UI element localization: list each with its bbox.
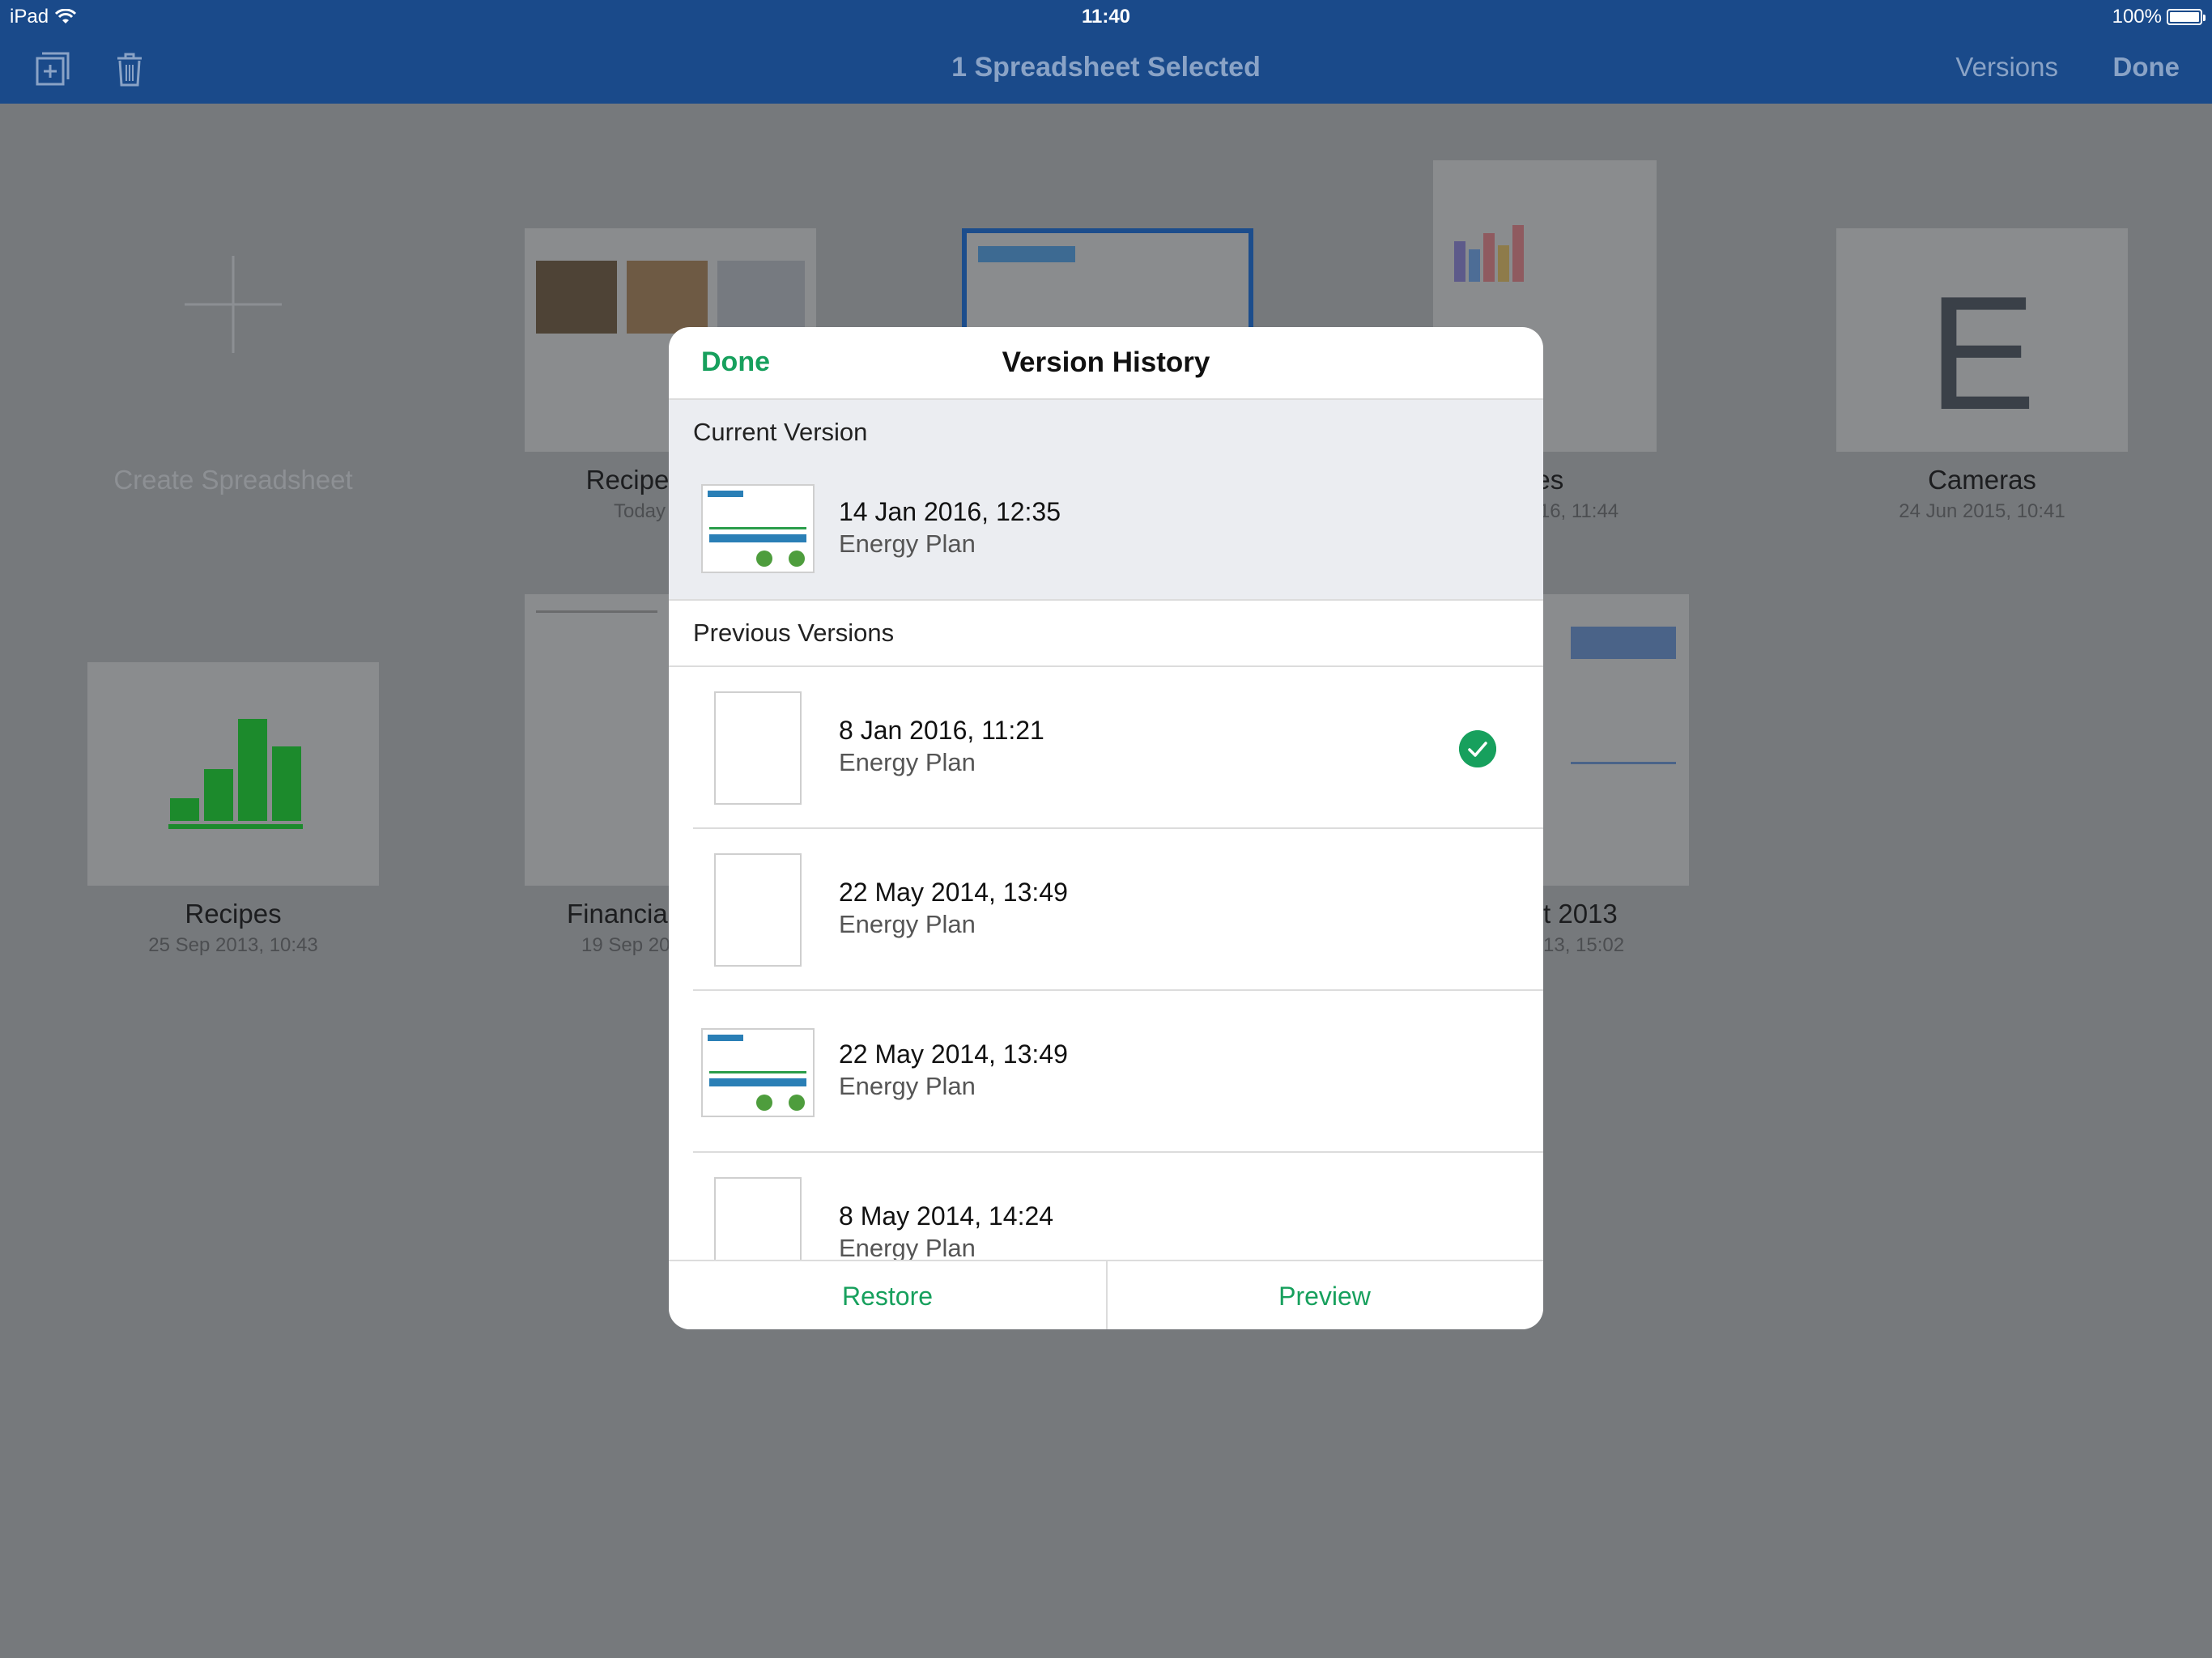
version-date: 22 May 2014, 13:49 <box>839 1039 1068 1069</box>
version-thumbnail <box>701 484 815 573</box>
document-date: 19 Sep 20 <box>581 934 670 956</box>
battery-icon <box>2167 9 2206 25</box>
status-bar: iPad 11:40 100% <box>0 0 2212 34</box>
current-version-section[interactable]: Current Version 14 Jan 2016, 12:35 Energ… <box>669 400 1543 601</box>
version-date: 14 Jan 2016, 12:35 <box>839 497 1061 526</box>
document-thumbnail-selected[interactable] <box>962 228 1253 334</box>
previous-versions-label: Previous Versions <box>693 619 895 647</box>
document-date: 24 Jun 2015, 10:41 <box>1899 500 2065 522</box>
version-row[interactable]: 22 May 2014, 13:49 Energy Plan <box>669 991 1543 1153</box>
document-name: Create Spreadsheet <box>113 465 353 495</box>
document-name: Financia <box>567 899 668 929</box>
version-thumbnail <box>714 691 802 805</box>
battery-percent: 100% <box>2112 6 2162 28</box>
document-name: t 2013 <box>1543 899 1618 929</box>
nav-done-button[interactable]: Done <box>2113 52 2180 83</box>
version-name: Energy Plan <box>839 529 976 558</box>
status-right: 100% <box>2112 6 2206 28</box>
plus-icon <box>185 256 282 353</box>
modal-footer: Restore Preview <box>669 1260 1543 1329</box>
document-date: 25 Sep 2013, 10:43 <box>148 934 318 956</box>
version-name: Energy Plan <box>839 910 976 938</box>
restore-button[interactable]: Restore <box>669 1261 1106 1329</box>
nav-title: 1 Spreadsheet Selected <box>951 52 1261 83</box>
checkmark-icon <box>1459 730 1496 767</box>
create-spreadsheet-tile[interactable] <box>87 159 379 450</box>
document-name: Recipes <box>185 899 282 929</box>
version-name: Energy Plan <box>839 748 976 776</box>
versions-button[interactable]: Versions <box>1955 52 2058 83</box>
version-thumbnail <box>701 1028 815 1117</box>
document-thumbnail[interactable] <box>87 662 379 886</box>
version-history-modal: Done Version History Current Version 14 … <box>669 327 1543 1329</box>
version-name: Energy Plan <box>839 1234 976 1262</box>
modal-title: Version History <box>1002 346 1210 378</box>
version-row[interactable]: 22 May 2014, 13:49 Energy Plan <box>669 829 1543 991</box>
document-date: 13, 15:02 <box>1543 934 1625 956</box>
version-row[interactable]: 8 Jan 2016, 11:21 Energy Plan <box>669 667 1543 829</box>
version-name: Energy Plan <box>839 1072 976 1100</box>
version-thumbnail <box>714 853 802 967</box>
nav-bar: 1 Spreadsheet Selected Versions Done <box>0 34 2212 104</box>
modal-header: Done Version History <box>669 327 1543 400</box>
previous-versions-header: Previous Versions <box>669 601 1543 667</box>
current-version-label: Current Version <box>693 418 868 446</box>
document-thumbnail[interactable]: E <box>1836 228 2128 452</box>
preview-button[interactable]: Preview <box>1106 1261 1543 1329</box>
cameras-letter: E <box>1928 263 2036 444</box>
status-time: 11:40 <box>1081 6 1131 28</box>
version-date: 8 Jan 2016, 11:21 <box>839 716 1044 745</box>
version-date: 8 May 2014, 14:24 <box>839 1201 1054 1231</box>
version-date: 22 May 2014, 13:49 <box>839 878 1068 907</box>
document-name: Cameras <box>1928 465 2036 495</box>
top-bar: iPad 11:40 100% 1 Spreadsheet Selected V… <box>0 0 2212 104</box>
